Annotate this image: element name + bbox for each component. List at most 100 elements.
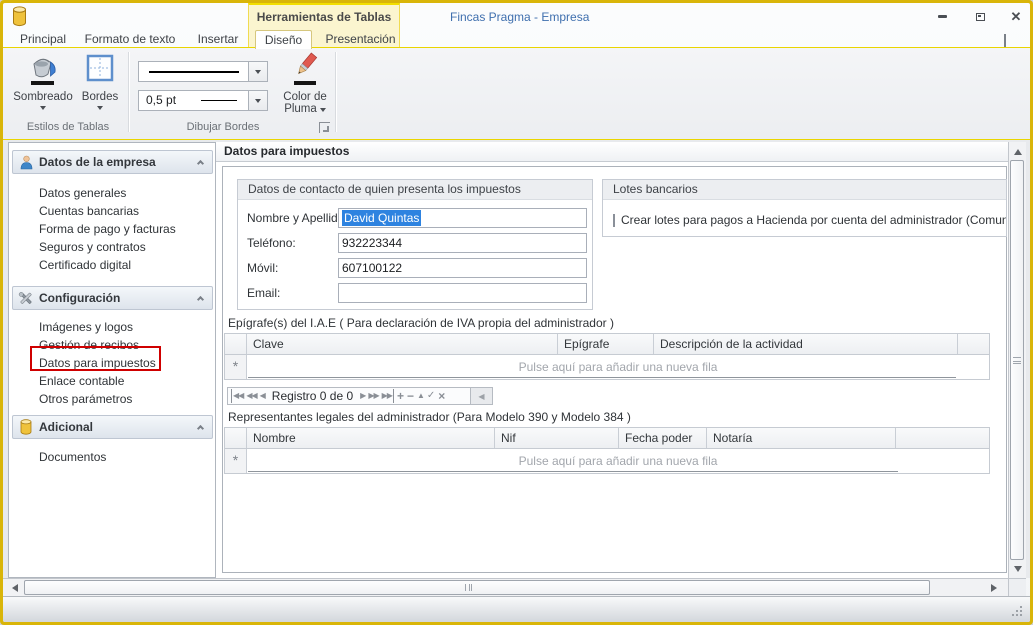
sidebar-group-label: Datos de la empresa	[39, 155, 156, 169]
thumb-grip	[1013, 357, 1021, 364]
left-arrow-icon: ◀	[478, 392, 484, 401]
column-header-clave[interactable]: Clave	[247, 334, 558, 354]
tab-insertar[interactable]: Insertar	[188, 30, 248, 48]
down-arrow-icon	[1014, 566, 1022, 572]
borders-label: Bordes	[82, 91, 118, 103]
dropdown-arrow-icon	[40, 106, 46, 110]
resize-grip-dot	[1016, 614, 1018, 616]
phone-field[interactable]	[338, 233, 587, 253]
end-edit-button[interactable]: ✓	[427, 389, 435, 403]
sidebar-group-configuracion[interactable]: Configuración	[12, 286, 213, 310]
annotation-highlight-box	[30, 346, 161, 371]
tab-principal[interactable]: Principal	[12, 30, 74, 48]
scroll-up-button[interactable]	[1010, 144, 1025, 159]
prev-page-button[interactable]: ◀◀	[246, 389, 256, 403]
next-record-button[interactable]: ▶	[360, 389, 365, 403]
mobile-field[interactable]	[338, 258, 587, 278]
scroll-right-button[interactable]	[986, 580, 1001, 595]
resize-grip[interactable]	[1020, 614, 1022, 616]
prev-record-button[interactable]: ◀	[260, 389, 265, 403]
pen-color-label-line2: Pluma	[284, 103, 317, 115]
lotes-groupbox: Lotes bancarios Crear lotes para pagos a…	[602, 179, 1007, 237]
sidebar-group-label: Adicional	[39, 420, 93, 434]
dropdown-arrow-icon	[97, 106, 103, 110]
sidebar-item-certificado-digital[interactable]: Certificado digital	[12, 256, 207, 274]
pen-weight-combo[interactable]: 0,5 pt	[138, 90, 268, 111]
line-style-combo[interactable]	[138, 61, 268, 82]
shading-button[interactable]: Sombreado	[14, 52, 72, 110]
combo-arrow-button[interactable]	[248, 62, 267, 81]
dialog-launcher-icon[interactable]	[319, 122, 330, 133]
column-header-descripcion[interactable]: Descripción de la actividad	[654, 334, 958, 354]
name-field[interactable]: David Quintas	[338, 208, 587, 228]
mobile-label: Móvil:	[247, 258, 278, 278]
sidebar-item-otros-parametros[interactable]: Otros parámetros	[12, 390, 207, 408]
selected-text: David Quintas	[342, 210, 421, 226]
iae-new-row-placeholder[interactable]: Pulse aquí para añadir una nueva fila	[247, 355, 989, 379]
sidebar-item-imagenes-logos[interactable]: Imágenes y logos	[12, 318, 207, 336]
delete-record-button[interactable]: −	[407, 389, 414, 403]
cancel-edit-button[interactable]: ×	[438, 389, 445, 403]
pen-color-button[interactable]: Color de Pluma	[278, 52, 332, 115]
app-icon[interactable]	[12, 6, 27, 32]
pen-weight-value: 0,5 pt	[146, 91, 176, 110]
sidebar-item-enlace-contable[interactable]: Enlace contable	[12, 372, 207, 390]
grid-hscroll-left-button[interactable]: ◀	[471, 387, 493, 405]
contact-groupbox-title: Datos de contacto de quien presenta los …	[238, 180, 592, 200]
status-bar	[3, 596, 1030, 622]
chevron-down-icon	[255, 99, 261, 103]
minimize-button[interactable]	[932, 9, 952, 24]
restore-button[interactable]	[970, 9, 990, 24]
resize-grip-dot	[1020, 606, 1022, 608]
edit-record-button[interactable]: ▲	[417, 389, 424, 403]
shading-label: Sombreado	[13, 91, 72, 103]
left-arrow-icon	[12, 584, 18, 592]
column-header-epigrafe[interactable]: Epígrafe	[558, 334, 654, 354]
tab-formato-de-texto[interactable]: Formato de texto	[80, 30, 180, 48]
sidebar-group-adicional[interactable]: Adicional	[12, 415, 213, 439]
last-record-button[interactable]: ▶▶	[382, 389, 394, 403]
scroll-left-button[interactable]	[7, 580, 22, 595]
first-record-button[interactable]: ◀◀	[231, 389, 243, 403]
ribbon-bottom-accent-line	[3, 139, 1030, 140]
tab-presentacion[interactable]: Presentación	[318, 30, 403, 48]
vertical-scrollbar-thumb[interactable]	[1010, 160, 1024, 560]
ribbon-group-separator	[128, 52, 129, 132]
legales-new-row-placeholder[interactable]: Pulse aquí para añadir una nueva fila	[247, 449, 989, 473]
sidebar-item-seguros-contratos[interactable]: Seguros y contratos	[12, 238, 207, 256]
close-button[interactable]: ✕	[1006, 9, 1026, 24]
new-row-indicator-icon: *	[225, 355, 247, 379]
tools-icon	[13, 291, 39, 306]
sidebar-item-forma-de-pago[interactable]: Forma de pago y facturas	[12, 220, 207, 238]
legales-new-row[interactable]: * Pulse aquí para añadir una nueva fila	[225, 449, 989, 473]
sidebar-item-cuentas-bancarias[interactable]: Cuentas bancarias	[12, 202, 207, 220]
column-header-nombre[interactable]: Nombre	[247, 428, 495, 448]
email-field[interactable]	[338, 283, 587, 303]
legales-section-label: Representantes legales del administrador…	[228, 410, 631, 424]
window-title: Fincas Pragma - Empresa	[450, 10, 589, 24]
scroll-down-button[interactable]	[1010, 561, 1025, 576]
iae-new-row[interactable]: * Pulse aquí para añadir una nueva fila	[225, 355, 989, 379]
lotes-checkbox[interactable]	[613, 214, 615, 227]
column-header-notaria[interactable]: Notaría	[707, 428, 896, 448]
column-header-nif[interactable]: Nif	[495, 428, 619, 448]
line-style-sample	[149, 71, 239, 73]
tab-diseno[interactable]: Diseño	[255, 30, 312, 49]
chevron-up-icon	[197, 160, 204, 167]
sidebar-item-datos-generales[interactable]: Datos generales	[12, 184, 207, 202]
column-header-fecha-poder[interactable]: Fecha poder	[619, 428, 707, 448]
next-page-button[interactable]: ▶▶	[368, 389, 378, 403]
app-window: Herramientas de Tablas Fincas Pragma - E…	[0, 0, 1033, 625]
horizontal-scrollbar-thumb[interactable]	[24, 580, 930, 595]
close-icon: ✕	[1011, 10, 1022, 23]
combo-arrow-button[interactable]	[248, 91, 267, 110]
chevron-up-icon	[197, 425, 204, 432]
sidebar-group-label: Configuración	[39, 291, 120, 305]
phone-label: Teléfono:	[247, 233, 296, 253]
sidebar-group-datos-empresa[interactable]: Datos de la empresa	[12, 150, 213, 174]
append-record-button[interactable]: +	[397, 389, 404, 403]
borders-button[interactable]: Bordes	[76, 52, 124, 110]
pen-weight-line-sample	[201, 100, 237, 101]
record-count-label: Registro 0 de 0	[272, 389, 353, 403]
sidebar-item-documentos[interactable]: Documentos	[12, 448, 207, 466]
